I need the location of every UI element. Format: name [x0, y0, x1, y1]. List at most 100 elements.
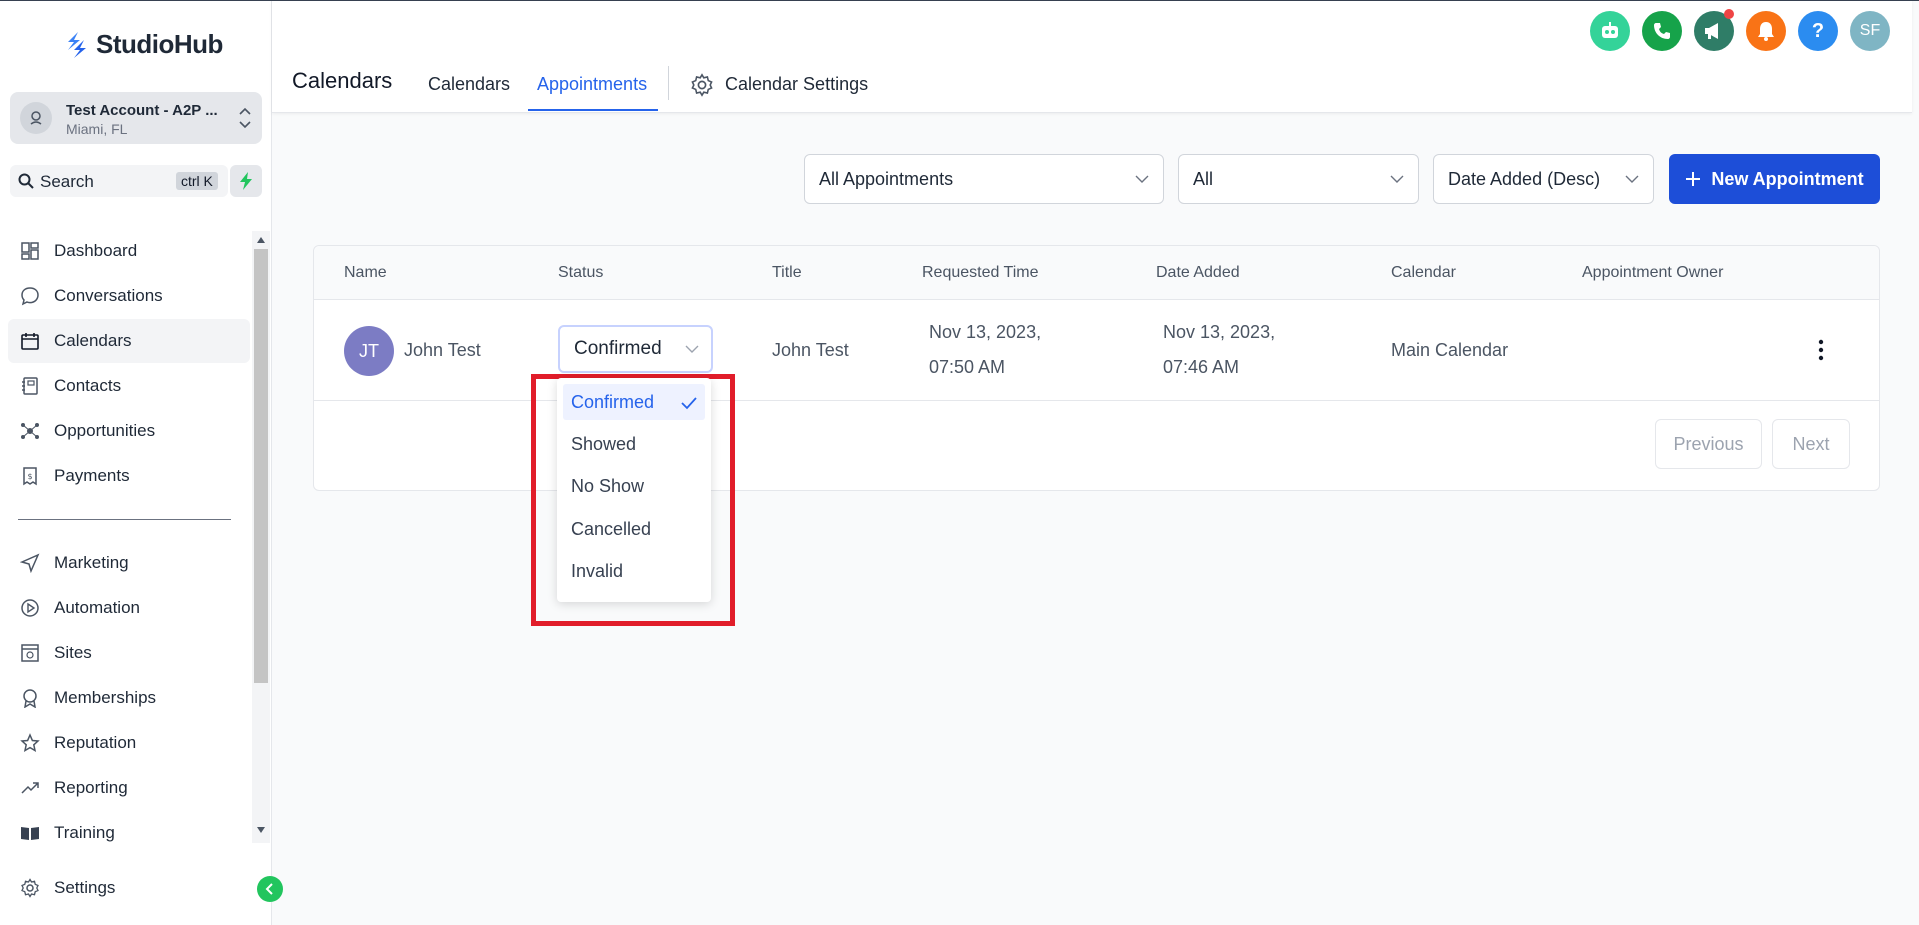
more-vertical-icon[interactable]	[1818, 339, 1824, 361]
sort-value: Date Added (Desc)	[1448, 169, 1601, 189]
gear-icon	[691, 73, 713, 97]
location-pin-icon	[20, 102, 52, 134]
chevron-down-icon	[1625, 175, 1639, 183]
account-switcher[interactable]: Test Account - A2P ... Miami, FL	[10, 92, 262, 144]
sidebar-item-reputation[interactable]: Reputation	[8, 721, 250, 765]
sidebar-item-label: Conversations	[54, 286, 163, 305]
sidebar-item-memberships[interactable]: Memberships	[8, 676, 250, 720]
payments-icon: $	[23, 467, 37, 486]
user-initials: SF	[1859, 22, 1881, 39]
send-icon	[20, 553, 40, 573]
status-option-cancelled[interactable]: Cancelled	[563, 511, 705, 547]
sidebar-item-conversations[interactable]: Conversations	[8, 274, 250, 318]
contact-initials: JT	[359, 340, 379, 361]
calendar-name: Main Calendar	[1391, 340, 1509, 360]
dashboard-icon	[21, 242, 39, 260]
tab-appointments[interactable]: Appointments	[537, 74, 647, 95]
status-select[interactable]: Confirmed	[558, 325, 713, 373]
sidebar-item-dashboard[interactable]: Dashboard	[8, 229, 250, 273]
gear-icon	[21, 878, 39, 898]
status-option-invalid[interactable]: Invalid	[563, 553, 705, 589]
quick-action-button[interactable]	[230, 165, 262, 197]
sort-select[interactable]: Date Added (Desc)	[1433, 154, 1654, 204]
search-button[interactable]: Search ctrl K	[10, 165, 228, 197]
previous-label: Previous	[1673, 433, 1744, 454]
new-appointment-button[interactable]: New Appointment	[1669, 154, 1880, 204]
account-location: Miami, FL	[66, 121, 128, 137]
notification-dot	[1724, 9, 1734, 19]
brand-logo[interactable]: StudioHub	[64, 29, 223, 60]
notifications-button[interactable]	[1746, 11, 1786, 51]
tab-calendars[interactable]: Calendars	[428, 74, 510, 95]
status-filter-value: All	[1193, 169, 1214, 189]
search-label: Search	[40, 172, 94, 191]
sidebar-item-reporting[interactable]: Reporting	[8, 766, 250, 810]
sidebar-item-payments[interactable]: $ Payments	[8, 454, 250, 498]
plus-icon	[1686, 172, 1701, 186]
status-value: Confirmed	[574, 338, 662, 359]
sidebar-item-automation[interactable]: Automation	[8, 586, 250, 630]
column-header: Title	[772, 264, 802, 281]
sites-icon	[21, 644, 39, 662]
sidebar-item-label: Payments	[54, 466, 130, 485]
logo-icon	[68, 31, 86, 58]
sidebar-item-label: Opportunities	[54, 421, 156, 440]
phone-icon	[1654, 23, 1670, 39]
next-label: Next	[1792, 433, 1830, 454]
next-page-button[interactable]: Next	[1772, 419, 1850, 469]
contact-name[interactable]: John Test	[404, 333, 481, 368]
sidebar-item-label: Reporting	[54, 778, 128, 797]
lightning-icon	[240, 172, 252, 190]
svg-text:$: $	[27, 472, 32, 481]
column-header: Requested Time	[922, 264, 1039, 281]
appointment-type-select[interactable]: All Appointments	[804, 154, 1164, 204]
option-label: Showed	[571, 434, 637, 454]
status-option-no-show[interactable]: No Show	[563, 468, 705, 504]
sidebar-item-sites[interactable]: Sites	[8, 631, 250, 675]
ai-assistant-button[interactable]	[1590, 11, 1630, 51]
option-label: Cancelled	[571, 519, 652, 539]
sidebar-scrollbar-thumb[interactable]	[254, 249, 268, 683]
sidebar-item-label: Contacts	[54, 376, 122, 395]
status-option-confirmed[interactable]: Confirmed	[563, 384, 705, 420]
tab-calendar-settings[interactable]: Calendar Settings	[725, 74, 868, 95]
sidebar-item-label: Sites	[54, 643, 92, 662]
sidebar-item-label: Reputation	[54, 733, 137, 752]
option-label: No Show	[571, 476, 645, 496]
brand-name: StudioHub	[96, 29, 223, 59]
book-icon	[21, 827, 39, 840]
sidebar-divider	[18, 519, 231, 520]
opportunities-icon	[21, 423, 39, 439]
status-filter-select[interactable]: All	[1178, 154, 1419, 204]
new-appointment-label: New Appointment	[1711, 168, 1864, 189]
chevron-updown-icon	[239, 107, 251, 129]
help-button[interactable]: ?	[1798, 11, 1838, 51]
previous-page-button[interactable]: Previous	[1655, 419, 1762, 469]
column-header: Name	[344, 264, 387, 281]
contacts-icon	[22, 377, 38, 395]
option-label: Invalid	[571, 561, 624, 581]
collapse-sidebar-button[interactable]	[257, 876, 283, 902]
sidebar-item-marketing[interactable]: Marketing	[8, 541, 250, 585]
sidebar-item-training[interactable]: Training	[8, 811, 250, 855]
status-option-showed[interactable]: Showed	[563, 426, 705, 462]
contact-avatar: JT	[344, 326, 394, 376]
sidebar-item-settings[interactable]: Settings	[8, 866, 250, 910]
sidebar-item-calendars[interactable]: Calendars	[8, 319, 250, 363]
search-shortcut: ctrl K	[176, 172, 218, 190]
phone-button[interactable]	[1642, 11, 1682, 51]
chevron-down-icon	[1135, 175, 1149, 183]
scroll-up-arrow-icon[interactable]	[256, 235, 266, 245]
sidebar-item-label: Training	[54, 823, 115, 842]
chat-icon	[21, 287, 39, 306]
sidebar: StudioHub Test Account - A2P ... Miami, …	[0, 1, 272, 925]
sidebar-item-label: Settings	[54, 878, 116, 897]
megaphone-icon	[1705, 23, 1718, 39]
scroll-down-arrow-icon[interactable]	[256, 825, 266, 835]
sidebar-item-label: Memberships	[54, 688, 157, 707]
sidebar-item-opportunities[interactable]: Opportunities	[8, 409, 250, 453]
sidebar-item-contacts[interactable]: Contacts	[8, 364, 250, 408]
chevron-down-icon	[685, 345, 699, 353]
user-avatar[interactable]: SF	[1850, 11, 1890, 51]
option-label: Confirmed	[571, 392, 655, 412]
